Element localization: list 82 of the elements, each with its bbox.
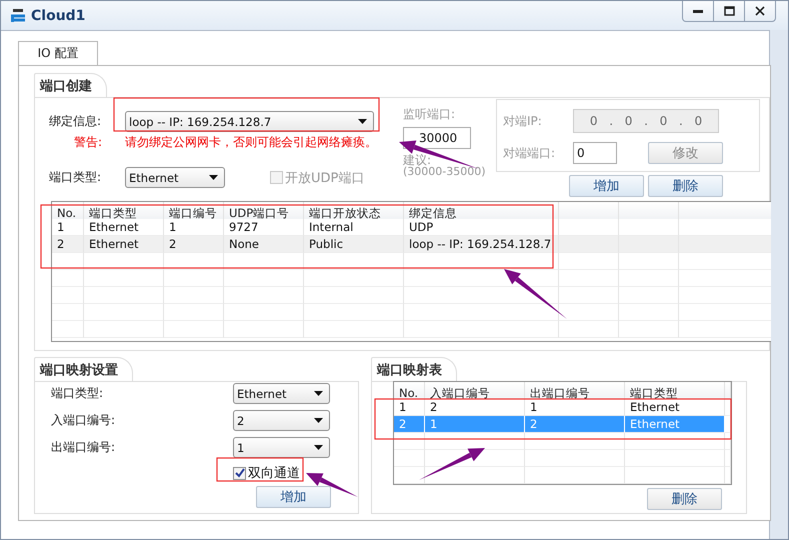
- section-title: 端口映射表: [371, 357, 457, 381]
- table-cell: 2: [164, 236, 224, 253]
- dropdown-caret-icon: [314, 418, 323, 423]
- empty-cell: [164, 287, 224, 304]
- maximize-icon: [724, 6, 734, 16]
- dropdown-caret-icon: [209, 175, 218, 180]
- annotation-arrow: [306, 473, 358, 497]
- port-dropdown[interactable]: 2: [233, 410, 330, 431]
- empty-cell: [619, 321, 679, 338]
- window-title: Cloud1: [31, 8, 86, 24]
- add-button[interactable]: 增加: [569, 175, 644, 197]
- close-icon: [755, 6, 765, 16]
- maximize-button[interactable]: [713, 1, 745, 22]
- table-cell: UDP: [404, 219, 559, 236]
- field-label: 入端口编号:: [51, 412, 116, 429]
- minimize-icon: [693, 10, 703, 12]
- empty-cell: [52, 270, 84, 287]
- field-label: 出端口编号:: [51, 439, 116, 456]
- cloud-network-icon: [9, 6, 27, 24]
- close-button[interactable]: [744, 1, 776, 22]
- table-cell[interactable]: 1: [394, 399, 425, 416]
- port-dropdown[interactable]: 1: [233, 437, 330, 458]
- add-button[interactable]: 增加: [256, 486, 331, 508]
- empty-cell: [559, 321, 619, 338]
- empty-cell: [394, 467, 425, 484]
- checkmark-icon: [234, 468, 244, 478]
- field-label: 对端IP:: [503, 112, 543, 130]
- table-cell: None: [224, 236, 304, 253]
- table-cell: 2: [52, 236, 84, 253]
- table-cell[interactable]: 2: [425, 399, 525, 416]
- table-cell: 1: [164, 219, 224, 236]
- field-label: 绑定信息:: [49, 113, 102, 130]
- hint-text: 建议:: [403, 154, 432, 166]
- empty-cell: [164, 321, 224, 338]
- empty-cell: [619, 304, 679, 321]
- range-text: (30000-35000): [403, 166, 487, 178]
- empty-cell: [619, 270, 679, 287]
- empty-cell: [559, 270, 619, 287]
- binding-dropdown[interactable]: loop -- IP: 169.254.128.7: [125, 111, 374, 132]
- table-cell: Ethernet: [84, 219, 164, 236]
- empty-cell: [559, 253, 619, 270]
- warning-label: 警告:: [73, 134, 104, 151]
- table-cell: Public: [304, 236, 404, 253]
- port-type-dropdown[interactable]: Ethernet: [125, 167, 225, 188]
- field-label: 端口类型:: [51, 385, 104, 402]
- warning-text: 请勿绑定公网网卡，否则可能会引起网络瘫痪。: [125, 134, 377, 151]
- delete-button[interactable]: 删除: [647, 488, 722, 510]
- delete-button[interactable]: 删除: [648, 175, 723, 197]
- table-cell: Internal: [304, 219, 404, 236]
- empty-cell: [619, 253, 679, 270]
- table-cell: loop -- IP: 169.254.128.7: [404, 236, 559, 253]
- table-cell: 1: [52, 219, 84, 236]
- empty-cell: [559, 287, 619, 304]
- empty-cell: [164, 253, 224, 270]
- section-title: 端口映射设置: [34, 357, 133, 381]
- empty-cell: [164, 270, 224, 287]
- field-label: 监听端口:: [403, 106, 456, 123]
- table-cell: Ethernet: [84, 236, 164, 253]
- annotation-arrow: [504, 269, 567, 319]
- empty-cell: [52, 287, 84, 304]
- empty-cell: [164, 304, 224, 321]
- dropdown-caret-icon: [314, 391, 323, 396]
- tab[interactable]: IO 配置: [18, 41, 98, 65]
- dropdown-caret-icon: [314, 445, 323, 450]
- empty-cell: [559, 304, 619, 321]
- empty-cell: [619, 287, 679, 304]
- port-dropdown[interactable]: Ethernet: [233, 383, 330, 404]
- section-title: 端口创建: [34, 73, 107, 97]
- empty-cell: [52, 253, 84, 270]
- table-cell[interactable]: 1: [525, 399, 625, 416]
- empty-cell: [394, 450, 425, 467]
- table-cell: 9727: [224, 219, 304, 236]
- bidirectional-checkbox[interactable]: 双向通道: [233, 464, 300, 482]
- empty-cell: [394, 433, 425, 450]
- empty-cell: [52, 304, 84, 321]
- table-cell[interactable]: Ethernet: [625, 399, 725, 416]
- empty-cell: [52, 321, 84, 338]
- field-label: 端口类型:: [49, 169, 102, 186]
- minimize-button[interactable]: [682, 1, 714, 22]
- field-label: 对端端口:: [503, 144, 556, 162]
- annotation-arrow: [419, 448, 485, 480]
- dropdown-caret-icon: [358, 119, 367, 124]
